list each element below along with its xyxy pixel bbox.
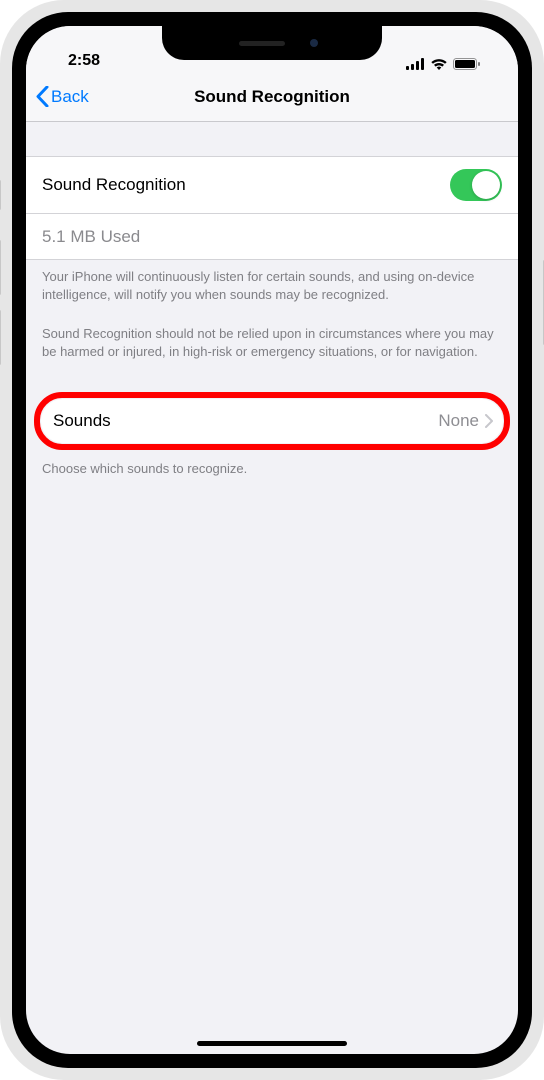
annotation-highlight: Sounds None xyxy=(34,392,510,450)
sounds-value: None xyxy=(438,411,479,431)
status-icons xyxy=(406,58,490,70)
sounds-row[interactable]: Sounds None xyxy=(41,399,503,443)
front-camera xyxy=(310,39,318,47)
back-button[interactable]: Back xyxy=(26,86,89,107)
sound-recognition-toggle[interactable] xyxy=(450,169,502,201)
description-2: Sound Recognition should not be relied u… xyxy=(26,317,518,360)
sounds-hint: Choose which sounds to recognize. xyxy=(26,450,518,478)
volume-up-button xyxy=(0,240,1,295)
content: Sound Recognition 5.1 MB Used Your iPhon… xyxy=(26,122,518,1054)
notch xyxy=(162,26,382,60)
speaker-grille xyxy=(239,41,285,46)
wifi-icon xyxy=(430,58,448,70)
status-time: 2:58 xyxy=(54,52,100,70)
nav-bar: Back Sound Recognition xyxy=(26,72,518,122)
home-indicator[interactable] xyxy=(197,1041,347,1046)
phone-bezel: 2:58 xyxy=(12,12,532,1068)
chevron-back-icon xyxy=(36,86,49,107)
storage-used-label: 5.1 MB Used xyxy=(42,227,140,247)
back-label: Back xyxy=(51,87,89,107)
sound-recognition-label: Sound Recognition xyxy=(42,175,186,195)
screen: 2:58 xyxy=(26,26,518,1054)
sound-recognition-row: Sound Recognition xyxy=(26,156,518,214)
mute-switch xyxy=(0,180,1,210)
description-1: Your iPhone will continuously listen for… xyxy=(26,260,518,303)
cellular-signal-icon xyxy=(406,58,425,70)
toggle-knob xyxy=(472,171,500,199)
volume-down-button xyxy=(0,310,1,365)
battery-icon xyxy=(453,58,480,70)
chevron-right-icon xyxy=(485,414,493,428)
sounds-label: Sounds xyxy=(53,411,438,431)
phone-frame: 2:58 xyxy=(0,0,544,1080)
page-title: Sound Recognition xyxy=(26,87,518,107)
storage-row: 5.1 MB Used xyxy=(26,214,518,260)
